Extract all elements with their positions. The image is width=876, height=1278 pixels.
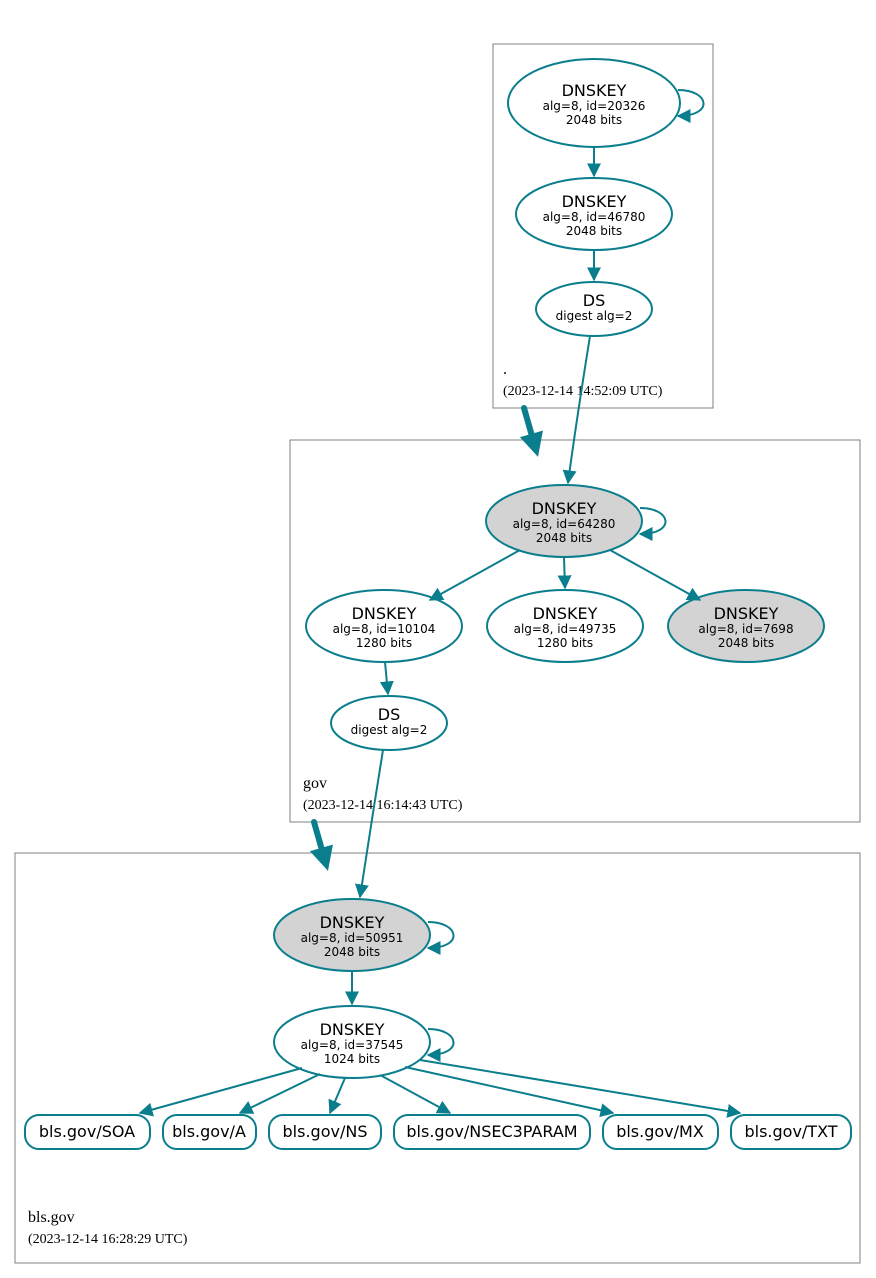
edge-root-ds-gov-ksk <box>568 336 590 483</box>
node-gov-zsk2-title: DNSKEY <box>533 604 598 623</box>
rrset-soa: bls.gov/SOA <box>25 1115 150 1149</box>
rrset-txt-label: bls.gov/TXT <box>744 1122 837 1141</box>
rrset-soa-label: bls.gov/SOA <box>39 1122 135 1141</box>
node-gov-ksk2-id: alg=8, id=7698 <box>698 622 793 636</box>
rrset-ns-label: bls.gov/NS <box>283 1122 368 1141</box>
rrset-nsec3param: bls.gov/NSEC3PARAM <box>394 1115 590 1149</box>
edge-bls-zsk-ns <box>330 1078 345 1113</box>
edge-gov-ksk-self <box>640 508 666 534</box>
node-bls-ksk-bits: 2048 bits <box>324 945 380 959</box>
edge-root-to-gov-deleg <box>524 408 536 450</box>
node-gov-ksk2: DNSKEY alg=8, id=7698 2048 bits <box>668 590 824 662</box>
edge-root-ksk-self <box>678 90 704 116</box>
node-gov-ksk: DNSKEY alg=8, id=64280 2048 bits <box>486 485 642 557</box>
rrset-a: bls.gov/A <box>163 1115 256 1149</box>
rrset-a-label: bls.gov/A <box>172 1122 246 1141</box>
edge-bls-zsk-nsec <box>380 1075 450 1113</box>
edge-gov-ksk-ksk2 <box>610 550 700 600</box>
node-root-ksk-title: DNSKEY <box>562 81 627 100</box>
node-gov-zsk1-bits: 1280 bits <box>356 636 412 650</box>
edge-bls-zsk-soa <box>140 1068 302 1113</box>
node-gov-ksk-title: DNSKEY <box>532 499 597 518</box>
edge-gov-zsk1-ds <box>385 662 388 694</box>
node-root-zsk-id: alg=8, id=46780 <box>543 210 646 224</box>
node-bls-ksk-title: DNSKEY <box>320 913 385 932</box>
node-gov-ds-alg: digest alg=2 <box>351 723 428 737</box>
node-gov-ksk-id: alg=8, id=64280 <box>513 517 616 531</box>
rrset-nsec-label: bls.gov/NSEC3PARAM <box>406 1122 577 1141</box>
node-bls-zsk-title: DNSKEY <box>320 1020 385 1039</box>
rrset-mx-label: bls.gov/MX <box>616 1122 704 1141</box>
node-root-ksk-bits: 2048 bits <box>566 113 622 127</box>
node-gov-zsk2-bits: 1280 bits <box>537 636 593 650</box>
node-root-ksk-id: alg=8, id=20326 <box>543 99 646 113</box>
node-root-ds: DS digest alg=2 <box>536 282 652 336</box>
node-bls-ksk-id: alg=8, id=50951 <box>301 931 404 945</box>
node-root-ds-alg: digest alg=2 <box>556 309 633 323</box>
node-root-zsk-title: DNSKEY <box>562 192 627 211</box>
zone-bls-ts: (2023-12-14 16:28:29 UTC) <box>28 1232 188 1247</box>
node-root-ksk: DNSKEY alg=8, id=20326 2048 bits <box>508 59 680 147</box>
node-root-zsk-bits: 2048 bits <box>566 224 622 238</box>
edge-gov-ds-bls-ksk <box>360 750 383 897</box>
node-bls-ksk: DNSKEY alg=8, id=50951 2048 bits <box>274 899 430 971</box>
node-gov-ds: DS digest alg=2 <box>331 696 447 750</box>
edge-bls-ksk-self <box>428 922 454 948</box>
node-root-ds-title: DS <box>583 291 605 310</box>
node-bls-zsk-bits: 1024 bits <box>324 1052 380 1066</box>
edge-gov-ksk-zsk1 <box>430 550 520 600</box>
edge-gov-to-bls-deleg <box>314 822 326 864</box>
edge-gov-ksk-zsk2 <box>564 557 565 588</box>
node-gov-zsk1-id: alg=8, id=10104 <box>333 622 436 636</box>
edge-bls-zsk-self <box>428 1029 454 1055</box>
zone-bls-label: bls.gov <box>28 1209 75 1226</box>
node-root-zsk: DNSKEY alg=8, id=46780 2048 bits <box>516 178 672 250</box>
node-gov-ksk2-title: DNSKEY <box>714 604 779 623</box>
zone-bls-box <box>15 853 860 1263</box>
edge-bls-zsk-a <box>240 1074 320 1113</box>
rrset-ns: bls.gov/NS <box>269 1115 381 1149</box>
zone-gov-label: gov <box>303 775 327 792</box>
zone-gov-ts: (2023-12-14 16:14:43 UTC) <box>303 798 463 813</box>
node-gov-zsk1-title: DNSKEY <box>352 604 417 623</box>
node-gov-zsk1: DNSKEY alg=8, id=10104 1280 bits <box>306 590 462 662</box>
node-gov-zsk2: DNSKEY alg=8, id=49735 1280 bits <box>487 590 643 662</box>
rrset-mx: bls.gov/MX <box>603 1115 718 1149</box>
node-gov-ksk-bits: 2048 bits <box>536 531 592 545</box>
rrset-txt: bls.gov/TXT <box>731 1115 851 1149</box>
node-gov-ksk2-bits: 2048 bits <box>718 636 774 650</box>
node-bls-zsk-id: alg=8, id=37545 <box>301 1038 404 1052</box>
zone-root-label: . <box>503 361 507 378</box>
node-gov-zsk2-id: alg=8, id=49735 <box>514 622 617 636</box>
node-gov-ds-title: DS <box>378 705 400 724</box>
